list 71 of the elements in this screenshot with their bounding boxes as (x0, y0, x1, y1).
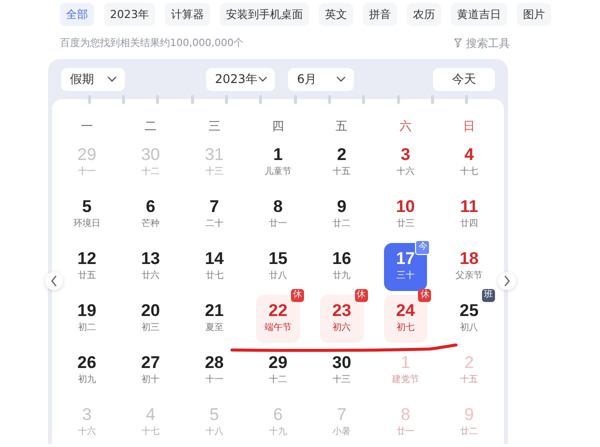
calendar-date[interactable]: 27 初十 (128, 347, 172, 395)
filter-tab[interactable]: 英文 (319, 3, 353, 26)
filter-icon (454, 38, 462, 48)
calendar-date[interactable]: 9 廿二 (320, 191, 364, 239)
calendar-date[interactable]: 19 初二 (65, 295, 109, 343)
calendar-date[interactable]: 5 环境日 (65, 191, 109, 239)
work-badge: 班 (482, 289, 495, 302)
binding-ring (190, 95, 194, 104)
binding-ring (294, 95, 297, 104)
calendar-date[interactable]: 26 初九 (65, 347, 109, 395)
weekday-label: 三 (207, 118, 222, 135)
result-count: 百度为您找到相关结果约100,000,000个 (60, 36, 244, 50)
binding-ring (430, 95, 434, 104)
calendar-date[interactable]: 4 十七 (447, 139, 491, 187)
holiday-select[interactable]: 假期 (61, 68, 125, 90)
binding-ring (259, 95, 262, 104)
calendar-date[interactable]: 21 夏至 (192, 295, 236, 343)
weekday-label: 六 (398, 118, 412, 135)
binding-ring (396, 95, 400, 104)
calendar-date[interactable]: 6 芒种 (128, 191, 172, 239)
calendar-date[interactable]: 12 廿五 (65, 243, 109, 291)
weekday-label: 二 (144, 118, 158, 135)
binding-ring (328, 95, 331, 104)
binding-ring (224, 95, 228, 104)
calendar-date[interactable]: 18 父亲节 (447, 243, 491, 291)
calendar-date[interactable]: 10 廿三 (384, 191, 428, 239)
filter-tab[interactable]: 农历 (407, 3, 441, 26)
binding-ring (362, 95, 366, 104)
calendar-date[interactable]: 20 初三 (128, 295, 172, 343)
caret-icon (336, 76, 346, 82)
filter-tab[interactable]: 黄道吉日 (451, 3, 507, 26)
rest-badge: 休 (354, 289, 368, 302)
previous-month-button[interactable] (45, 272, 63, 290)
calendar-date[interactable]: 1 儿童节 (256, 139, 300, 187)
chevron-right-icon (503, 275, 511, 287)
month-select[interactable]: 6月 (288, 68, 354, 90)
caret-icon (258, 76, 267, 82)
rest-badge: 休 (290, 289, 304, 302)
year-select[interactable]: 2023年 (206, 68, 275, 90)
weekday-label: 一 (80, 118, 94, 135)
next-month-button[interactable] (498, 272, 516, 290)
weekday-label: 五 (334, 118, 349, 135)
chevron-left-icon (50, 275, 58, 287)
weekday-label: 四 (270, 118, 285, 135)
filter-tab[interactable]: 计算器 (165, 3, 210, 26)
calendar-date[interactable]: 2 十五 (320, 139, 364, 187)
calendar-date[interactable]: 11 廿四 (447, 191, 491, 239)
calendar-date[interactable]: 16 廿九 (320, 243, 364, 291)
calendar-date[interactable]: 8 廿一 (256, 191, 300, 239)
rest-badge: 休 (418, 289, 432, 302)
today-badge: 今 (415, 240, 430, 255)
calendar-date[interactable]: 29 十二 (256, 347, 300, 395)
calendar-date[interactable]: 13 廿六 (128, 243, 172, 291)
filter-tab[interactable]: 全部 (60, 3, 94, 26)
filter-tab[interactable]: 安装到手机桌面 (220, 3, 309, 26)
calendar-date[interactable]: 15 廿八 (256, 243, 300, 291)
today-button[interactable]: 今天 (433, 68, 495, 90)
binding-ring (156, 95, 160, 104)
filter-tab[interactable]: 2023年 (104, 3, 155, 26)
binding-ring (88, 95, 91, 104)
binding-ring (465, 95, 468, 104)
calendar-date[interactable]: 3 十六 (384, 139, 428, 187)
calendar-date[interactable]: 28 十一 (192, 347, 236, 395)
calendar-date[interactable]: 7 二十 (192, 191, 236, 239)
filter-tab[interactable]: 拼音 (363, 3, 397, 26)
calendar-date[interactable]: 30 十三 (320, 347, 364, 395)
weekday-label: 日 (462, 118, 476, 135)
binding-ring (122, 95, 125, 104)
caret-icon (107, 76, 117, 82)
filter-tab[interactable]: 图片 (517, 3, 551, 26)
calendar-date[interactable]: 14 廿七 (192, 243, 236, 291)
